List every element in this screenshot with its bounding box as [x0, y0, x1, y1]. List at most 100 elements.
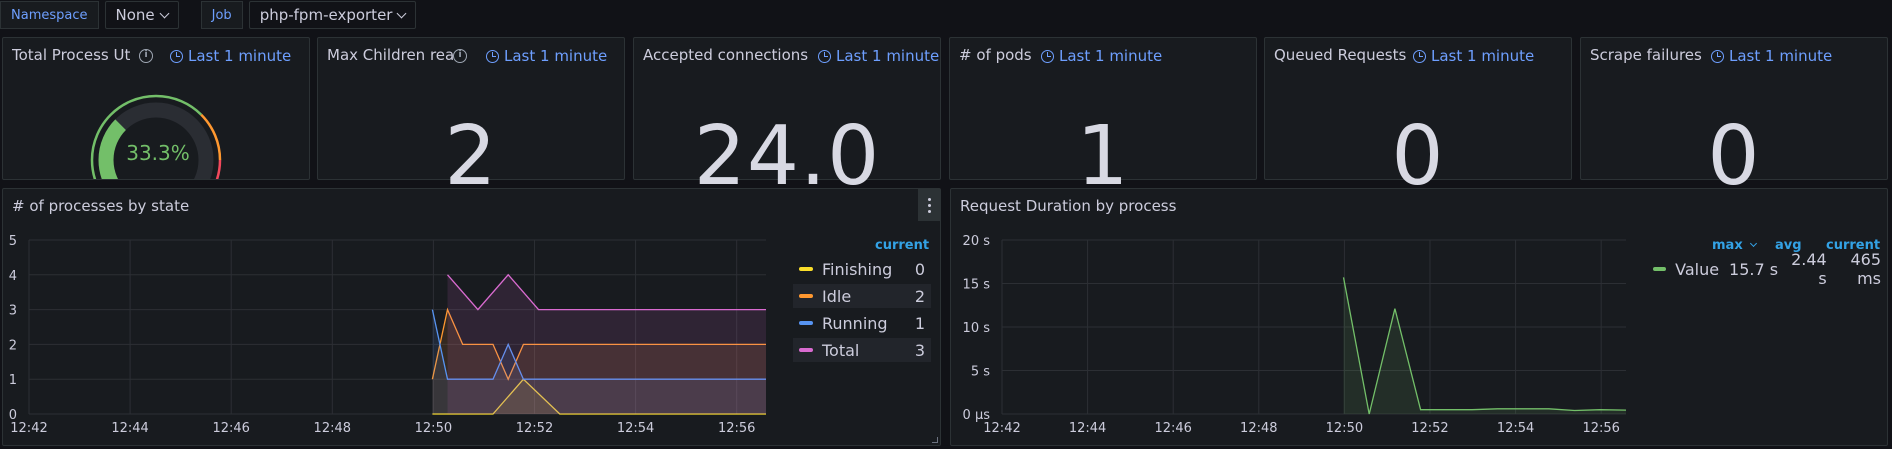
panel-title: # of pods [959, 46, 1032, 64]
job-label: Job [200, 1, 243, 29]
y-tick-label: 4 [9, 269, 17, 284]
y-tick-label: 5 s [971, 365, 990, 380]
legend-label: Finishing [822, 259, 893, 279]
panel-pods[interactable]: # of pods Last 1 minute 1 [949, 37, 1257, 198]
legend-swatch [1653, 267, 1667, 271]
y-tick-label: 2 [9, 338, 17, 353]
x-tick-label: 12:56 [718, 421, 755, 436]
x-tick-label: 12:42 [983, 421, 1020, 436]
resize-handle[interactable] [932, 437, 938, 443]
x-tick-label: 12:50 [1326, 421, 1363, 436]
clock-icon [486, 49, 499, 63]
legend-item-running[interactable]: Running 1 [793, 311, 931, 335]
y-tick-label: 5 [9, 234, 17, 249]
chevron-down-icon [397, 8, 407, 18]
legend-header-max[interactable]: max [1712, 238, 1758, 253]
time-info: Last 1 minute [1711, 47, 1832, 65]
time-info-label: Last 1 minute [1729, 47, 1833, 65]
job-value: php-fpm-exporter [259, 6, 393, 24]
stat-value: 0 [1391, 109, 1445, 204]
time-info: Last 1 minute [818, 47, 939, 65]
panel-request-duration[interactable]: Request Duration by process 0 μs 5 s 10 s1… [950, 188, 1888, 446]
series-area-total [447, 274, 766, 414]
x-tick-label: 12:52 [1411, 421, 1448, 436]
time-info-label: Last 1 minute [1431, 47, 1535, 65]
legend-current: 2 [914, 286, 925, 306]
legend-item-value[interactable]: Value 15.7 s 2.44 s 465 ms [1651, 250, 1881, 288]
stat-value: 0 [1707, 109, 1761, 204]
job-select[interactable]: php-fpm-exporter [248, 1, 417, 29]
clock-icon [1041, 49, 1054, 63]
x-tick-label: 12:46 [1154, 421, 1191, 436]
stat-value: 24.0 [693, 109, 881, 204]
x-tick-label: 12:52 [516, 421, 553, 436]
legend-swatch [799, 294, 813, 298]
x-tick-label: 12:54 [617, 421, 654, 436]
legend-label: Running [822, 313, 888, 333]
panel-title: Scrape failures [1590, 46, 1702, 64]
legend-label: Idle [822, 286, 852, 306]
panel-max-children[interactable]: Max Children reached i Last 1 minute 2 [317, 37, 625, 198]
legend-label: Total [822, 340, 860, 360]
chevron-down-icon [159, 8, 170, 18]
processes-chart: 01234512:42 12:44 12:46 12:48 12:50 12:52 12:5… [9, 234, 766, 436]
legend-item-total[interactable]: Total 3 [793, 338, 931, 362]
y-tick-label: 20 s [963, 234, 991, 249]
panel-menu-button[interactable] [918, 189, 940, 221]
y-tick-label: 15 s [963, 278, 991, 293]
legend-header-max-label: max [1712, 238, 1743, 253]
namespace-value: None [115, 6, 155, 24]
panel-processes-by-state[interactable]: # of processes by state 0 1 2 3 4 5 12:42 12:44… [2, 188, 941, 446]
panel-process-utilization[interactable]: Total Process Utilization i Last 1 minut… [2, 37, 310, 180]
time-info: Last 1 minute [486, 47, 607, 65]
clock-icon [1413, 49, 1426, 63]
x-tick-label: 12:48 [314, 421, 351, 436]
legend-current: 3 [914, 340, 925, 360]
legend-swatch [799, 267, 813, 271]
time-info-label: Last 1 minute [836, 47, 940, 65]
y-tick-label: 1 [9, 373, 17, 388]
time-info-label: Last 1 minute [504, 47, 608, 65]
x-tick-label: 12:42 [10, 421, 47, 436]
stat-value: 2 [444, 109, 498, 204]
y-tick-label: 3 [9, 304, 17, 319]
x-tick-label: 12:48 [1240, 421, 1277, 436]
y-tick-label: 10 s [963, 321, 991, 336]
clock-icon [818, 49, 831, 63]
legend-max: 15.7 s [1729, 259, 1779, 279]
time-info: Last 1 minute [1041, 47, 1162, 65]
stat-value: 1 [1076, 109, 1130, 204]
chevron-down-icon [1750, 239, 1758, 248]
x-tick-label: 12:44 [111, 421, 148, 436]
x-tick-label: 12:46 [212, 421, 249, 436]
legend-avg: 2.44 s [1791, 250, 1827, 288]
panel-title: Max Children reached [327, 46, 453, 64]
legend-item-finishing[interactable]: Finishing 0 [793, 257, 931, 281]
legend-swatch [799, 348, 813, 352]
panel-title: Queued Requests [1274, 46, 1407, 64]
time-info-label: Last 1 minute [1059, 47, 1163, 65]
legend-label: Value [1675, 259, 1720, 279]
x-tick-label: 12:44 [1069, 421, 1106, 436]
panel-accepted-connections[interactable]: Accepted connections Last 1 minute 24.0 [633, 37, 941, 198]
info-icon[interactable]: i [453, 49, 467, 63]
legend-current: 465 ms [1850, 250, 1882, 288]
legend-current: 0 [914, 259, 925, 279]
panel-scrape-failures[interactable]: Scrape failures Last 1 minute 0 [1580, 37, 1888, 198]
duration-chart: 0 μs5 s10 s15 s20 s12:42 12:44 12:46 12:48 1… [963, 234, 1627, 436]
legend-current: 1 [914, 313, 925, 333]
x-tick-label: 12:54 [1497, 421, 1534, 436]
namespace-label: Namespace [0, 1, 99, 29]
legend-item-idle[interactable]: Idle 2 [793, 284, 931, 308]
panel-queued-requests[interactable]: Queued Requests Last 1 minute 0 [1264, 37, 1572, 198]
legend-header-current[interactable]: current [875, 238, 929, 253]
variables-bar: Namespace None Job php-fpm-exporter [0, 0, 417, 30]
clock-icon [1711, 49, 1724, 63]
namespace-select[interactable]: None [104, 1, 179, 29]
gauge-value: 33.3% [126, 141, 190, 165]
time-info: Last 1 minute [1413, 47, 1534, 65]
legend-swatch [799, 321, 813, 325]
x-tick-label: 12:50 [415, 421, 452, 436]
panel-title: Accepted connections [643, 46, 809, 64]
x-tick-label: 12:56 [1582, 421, 1619, 436]
